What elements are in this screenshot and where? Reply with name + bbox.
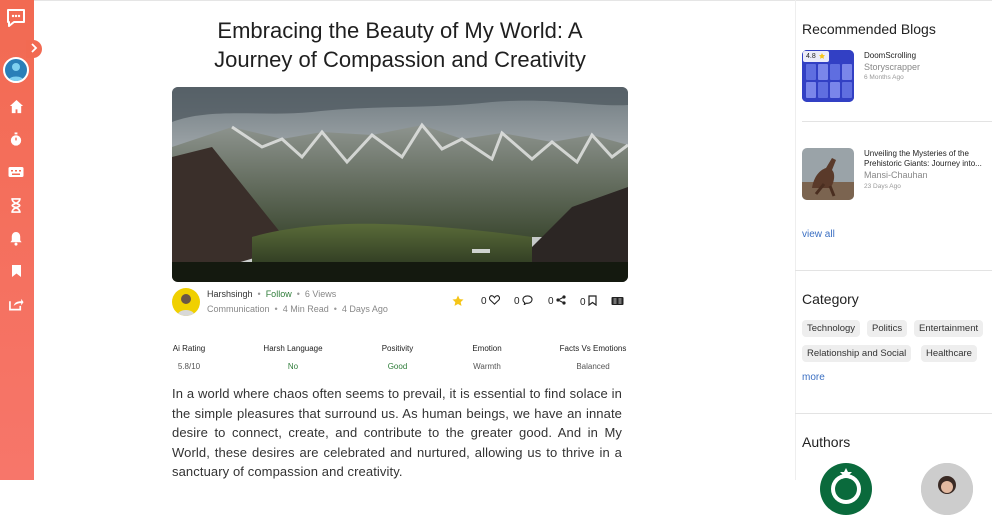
more-categories-link[interactable]: more <box>802 372 825 383</box>
bookmark-count: 0 <box>580 296 586 308</box>
heart-icon <box>488 295 500 308</box>
stat-label: Positivity <box>381 344 414 353</box>
author-avatar-starbucks[interactable] <box>820 463 872 515</box>
home-icon[interactable] <box>6 96 26 116</box>
category-chip-technology[interactable]: Technology <box>802 320 861 337</box>
top-divider <box>34 0 992 1</box>
sidebar-collapse-button[interactable] <box>26 40 42 58</box>
like-button[interactable]: 0 <box>481 295 500 308</box>
left-sidebar <box>0 0 34 480</box>
share-button[interactable]: 0 <box>548 295 566 308</box>
blog-thumbnail[interactable] <box>802 148 854 200</box>
stat-value: Good <box>387 362 408 371</box>
article-category[interactable]: Communication <box>207 304 270 314</box>
blog-title[interactable]: DoomScrolling <box>864 51 992 61</box>
comment-button[interactable]: 0 <box>514 295 533 308</box>
category-chip-relationship[interactable]: Relationship and Social <box>802 345 912 362</box>
view-count: 6 Views <box>304 289 337 299</box>
blog-time: 23 Days Ago <box>864 183 901 190</box>
bookmark-outline-icon <box>587 295 597 309</box>
share-count: 0 <box>548 296 554 307</box>
article-title: Embracing the Beauty of My World: A Jour… <box>172 16 628 74</box>
blog-divider <box>802 121 992 122</box>
stat-label: Harsh Language <box>263 344 323 353</box>
stat-label: Emotion <box>472 344 502 353</box>
bookmark-button[interactable]: 0 <box>580 295 597 309</box>
stat-harsh-language: Harsh Language No <box>260 344 326 371</box>
stat-positivity: Positivity Good <box>375 344 420 371</box>
bell-icon[interactable] <box>6 228 26 248</box>
comment-count: 0 <box>514 296 520 307</box>
article-title-line-1: Embracing the Beauty of My World: A <box>217 18 583 43</box>
star-icon <box>452 295 464 310</box>
blog-rating-badge: 4.8 <box>806 53 816 60</box>
blog-author[interactable]: Mansi-Chauhan <box>864 170 928 180</box>
author-avatar-person[interactable] <box>921 463 973 515</box>
chevron-right-icon <box>30 40 38 58</box>
article-title-line-2: Journey of Compassion and Creativity <box>214 47 586 72</box>
recommended-title: Recommended Blogs <box>802 21 936 37</box>
category-chip-politics[interactable]: Politics <box>867 320 908 337</box>
authors-title: Authors <box>802 434 851 450</box>
article-body: In a world where chaos often seems to pr… <box>172 386 622 479</box>
posted-time: 4 Days Ago <box>341 304 388 314</box>
stat-emotion: Emotion Warmth <box>467 344 507 371</box>
article-hero-image <box>172 87 628 282</box>
stat-value: Warmth <box>473 362 501 371</box>
article-meta-row: Communication • 4 Min Read • 4 Days Ago <box>207 304 388 314</box>
like-count: 0 <box>481 296 487 307</box>
author-avatar[interactable] <box>172 288 200 316</box>
category-chip-entertainment[interactable]: Entertainment <box>914 320 984 337</box>
blog-time: 6 Months Ago <box>864 74 904 81</box>
view-all-link[interactable]: view all <box>802 229 835 240</box>
follow-button[interactable]: Follow <box>266 289 292 299</box>
hourglass-icon[interactable] <box>6 195 26 215</box>
stat-value: Balanced <box>576 362 610 371</box>
right-column-divider <box>795 0 796 480</box>
blog-title[interactable]: Unveiling the Mysteries of the Prehistor… <box>864 149 992 169</box>
category-title: Category <box>802 291 859 307</box>
stat-ai-rating: Ai Rating 5.8/10 <box>172 344 206 371</box>
blog-author[interactable]: Storyscrapper <box>864 62 920 72</box>
stat-facts-vs-emotions: Facts Vs Emotions Balanced <box>558 344 628 371</box>
stat-value: No <box>287 362 299 371</box>
stat-value: 5.8/10 <box>177 362 201 371</box>
stat-label: Facts Vs Emotions <box>559 344 627 353</box>
rate-button[interactable] <box>452 295 464 310</box>
stat-label: Ai Rating <box>172 344 206 353</box>
comment-icon <box>521 295 533 308</box>
category-chip-healthcare[interactable]: Healthcare <box>921 345 977 362</box>
share-box-icon[interactable] <box>6 294 26 314</box>
user-avatar[interactable] <box>3 57 29 83</box>
author-name[interactable]: Harshsingh <box>207 289 253 299</box>
stopwatch-icon[interactable] <box>6 129 26 149</box>
share-icon <box>555 295 566 308</box>
keyboard-icon[interactable] <box>6 162 26 182</box>
blog-thumbnail[interactable]: 4.8 <box>802 50 854 102</box>
author-meta-row: Harshsingh • Follow • 6 Views <box>207 289 337 299</box>
read-time: 4 Min Read <box>282 304 329 314</box>
reader-icon[interactable] <box>611 296 624 306</box>
chat-logo-icon[interactable] <box>4 6 28 30</box>
section-divider <box>795 413 992 414</box>
section-divider <box>795 270 992 271</box>
bookmark-icon[interactable] <box>6 261 26 281</box>
